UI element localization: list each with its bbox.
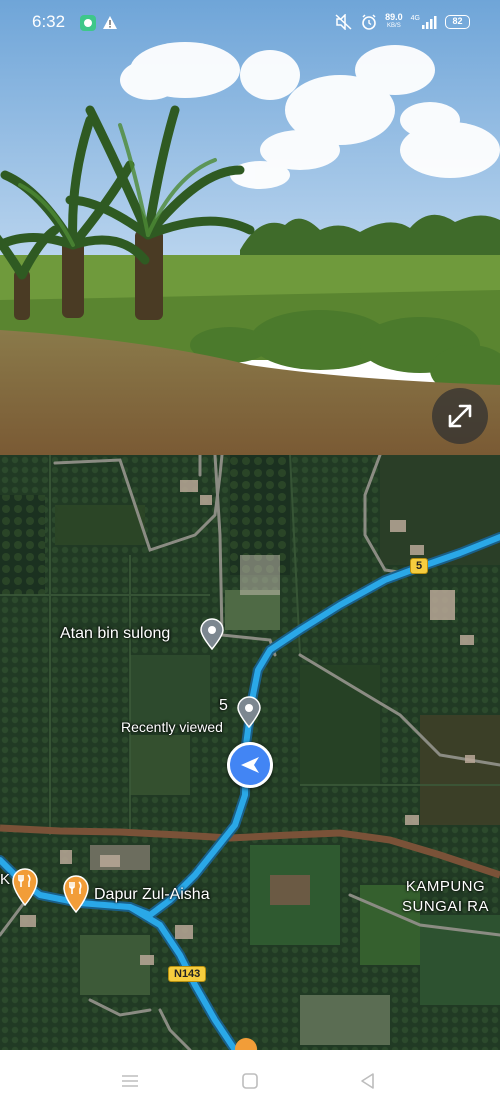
battery-icon: 82	[445, 15, 470, 29]
signal-icon: 4G	[411, 15, 437, 29]
status-icons: 89.0 KB/S 4G 82	[335, 11, 470, 33]
system-navigation-bar	[0, 1050, 500, 1111]
expand-street-view-button[interactable]	[432, 388, 488, 444]
status-bar: 6:32 89.0 KB/S 4G 82	[0, 0, 500, 40]
area-label-kampung: KAMPUNG SUNGAI RA	[402, 878, 490, 915]
place-pin-icon[interactable]	[199, 618, 225, 650]
menu-icon	[122, 1075, 138, 1087]
status-time: 6:32	[32, 12, 66, 31]
satellite-map[interactable]: 5 N143 Atan bin sulong 5 Recently viewed…	[0, 455, 500, 1050]
network-speed: 89.0 KB/S	[385, 12, 403, 30]
alarm-icon	[362, 14, 376, 30]
recent-pin-icon[interactable]	[236, 696, 262, 728]
home-square-icon	[242, 1073, 258, 1089]
street-view-panorama[interactable]	[0, 0, 500, 455]
back-button[interactable]	[355, 1068, 381, 1094]
route-5-shield: 5	[410, 558, 429, 574]
home-button[interactable]	[237, 1068, 263, 1094]
restaurant-pin-icon[interactable]	[11, 867, 39, 907]
back-triangle-icon	[361, 1073, 374, 1089]
expand-icon	[448, 404, 472, 428]
sound-off-icon	[335, 14, 352, 30]
my-location-button[interactable]	[227, 742, 273, 788]
chat-bubble-icon	[80, 15, 96, 31]
place-label-atan[interactable]: Atan bin sulong	[60, 625, 170, 643]
restaurant-pin-icon[interactable]	[62, 874, 90, 914]
route-n143-shield: N143	[168, 966, 207, 982]
place-label-dapur[interactable]: Dapur Zul-Aisha	[94, 886, 210, 904]
recent-place-number[interactable]: 5	[219, 697, 228, 715]
street-view-image	[0, 0, 500, 455]
navigation-arrow-icon	[241, 757, 259, 773]
warning-icon	[103, 16, 117, 29]
place-label-edge[interactable]: K	[0, 871, 10, 888]
recently-viewed-label: Recently viewed	[121, 719, 223, 735]
menu-button[interactable]	[117, 1068, 143, 1094]
